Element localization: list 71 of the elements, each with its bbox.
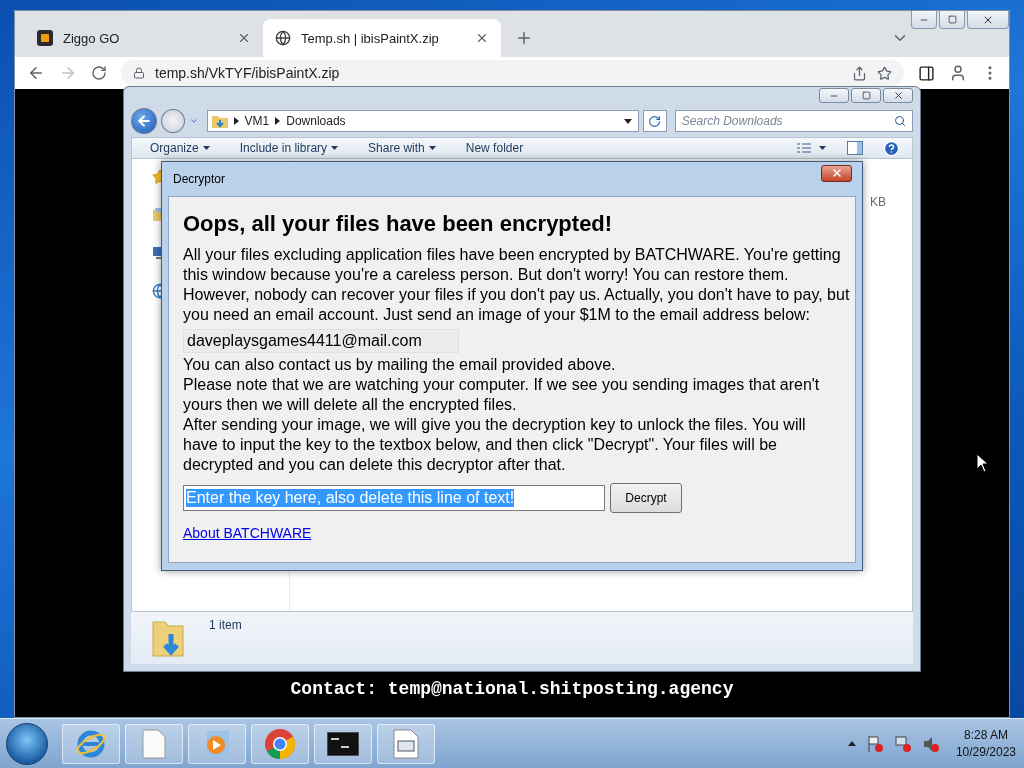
view-options-icon[interactable] — [797, 143, 827, 153]
clock[interactable]: 8:28 AM 10/29/2023 — [955, 726, 1016, 761]
note-text: Please note that we are watching your computer. If we see you sending images that aren't yours then we will delete all the encrypted files. — [183, 375, 821, 415]
search-icon — [894, 115, 906, 127]
mouse-pointer-icon — [976, 453, 988, 473]
share-icon[interactable] — [852, 65, 867, 81]
close-icon — [830, 167, 843, 179]
dialog-title: Decryptor — [173, 172, 225, 186]
breadcrumb-item[interactable]: Downloads — [286, 114, 346, 128]
url-text: temp.sh/VkTYF/ibisPaintX.zip — [155, 65, 341, 81]
search-field[interactable]: Search Downloads — [674, 110, 913, 132]
tab-title: Temp.sh | ibisPaintX.zip — [301, 30, 440, 46]
note-text: After sending your image, we will give you the decryption key to unlock the files. You will have to input the key to the textbox below, and then click "Decrypt". Your files will be decrypted and you can delete this decryptor after that. — [183, 415, 807, 475]
dropdown-caret-icon[interactable] — [624, 118, 633, 124]
globe-icon — [275, 30, 291, 46]
window-app-icon — [393, 728, 419, 759]
command-button[interactable]: Include in library — [239, 141, 339, 155]
preview-pane-icon[interactable] — [847, 141, 863, 155]
ransom-message: All your files excluding application files have been encrypted by BATCHWARE. You're getting this window because you're a careless person. But don't worry! You can restore them. However, nobody can recover your files if you don't pay us. Actually, you don't have to pay, but you need an email account. Just send an image of your $1M to the email address below: — [183, 245, 851, 325]
close-icon[interactable] — [475, 31, 489, 45]
close-icon — [892, 90, 904, 101]
app-logo-icon — [37, 30, 53, 46]
dialog-heading: Oops, all your files have been encrypted! — [183, 211, 614, 237]
maximize-button[interactable] — [851, 88, 881, 103]
about-link[interactable]: About BATCHWARE — [183, 525, 312, 541]
breadcrumb-item[interactable]: VM1 — [244, 114, 270, 128]
close-button[interactable] — [821, 164, 852, 182]
refresh-button[interactable] — [643, 110, 667, 132]
note-text: You can also contact us by mailing the email provided above. — [183, 355, 617, 375]
chevron-icon — [233, 117, 239, 125]
breadcrumb-bar[interactable]: VM1 Downloads — [206, 110, 640, 132]
browser-tab[interactable]: Temp.sh | ibisPaintX.zip — [263, 19, 501, 57]
close-icon[interactable] — [237, 31, 251, 45]
decrypt-button[interactable]: Decrypt — [610, 483, 682, 513]
folder-download-icon — [151, 618, 187, 660]
forward-button[interactable] — [160, 109, 185, 133]
refresh-icon — [648, 114, 662, 128]
command-button[interactable]: Organize — [150, 141, 210, 155]
minimize-button[interactable] — [819, 88, 849, 103]
side-panel-icon[interactable] — [918, 64, 935, 82]
profile-icon[interactable] — [949, 64, 967, 82]
restore-icon — [947, 15, 957, 24]
new-tab-icon[interactable] — [515, 29, 533, 47]
taskbar-app-button[interactable] — [314, 723, 372, 764]
address-bar[interactable]: temp.sh/VkTYF/ibisPaintX.zip — [121, 60, 904, 86]
command-button[interactable]: New folder — [465, 141, 524, 155]
browser-tab[interactable]: Ziggo GO — [25, 19, 263, 57]
email-field: daveplaysgames4411@mail.com — [183, 329, 459, 353]
item-count: 1 item — [209, 618, 242, 632]
terminal-icon — [327, 731, 359, 756]
reload-icon[interactable] — [91, 65, 107, 81]
tab-title: Ziggo GO — [63, 30, 121, 46]
network-alert-icon[interactable] — [893, 734, 912, 753]
back-button[interactable] — [131, 108, 157, 134]
help-icon[interactable] — [883, 139, 900, 157]
file-size-text: KB — [870, 195, 886, 211]
contact-caption: Contact: temp@national.shitposting.agency — [290, 679, 734, 699]
bookmark-star-icon[interactable] — [877, 65, 892, 81]
maximize-icon — [861, 91, 871, 100]
start-button[interactable] — [6, 722, 48, 765]
flag-alert-icon[interactable] — [865, 734, 884, 753]
restore-button[interactable] — [939, 11, 965, 29]
lock-icon — [133, 67, 145, 79]
folder-icon — [211, 114, 228, 128]
chrome-browser-icon — [264, 727, 296, 760]
document-icon — [142, 728, 166, 759]
minimize-button[interactable] — [911, 11, 937, 29]
back-icon[interactable] — [27, 64, 45, 82]
chevron-icon — [275, 117, 281, 125]
tray-expand-icon[interactable] — [847, 741, 856, 746]
command-button[interactable]: Share with — [368, 141, 436, 155]
